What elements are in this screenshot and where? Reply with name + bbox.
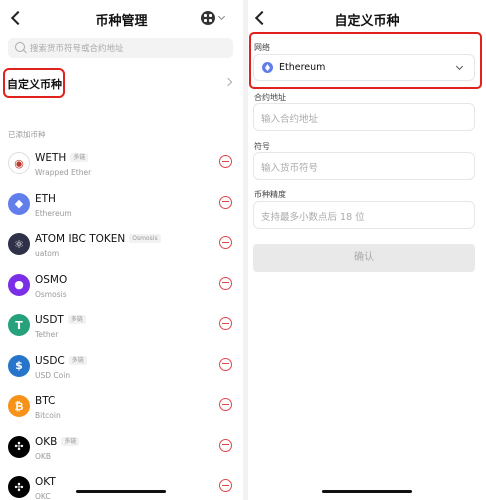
search-icon [15, 42, 25, 52]
weth-icon: ◉ [8, 152, 30, 174]
token-row[interactable]: ₿ BTC Bitcoin [0, 387, 243, 428]
contract-label: 合约地址 [254, 93, 286, 102]
custom-token-label: 自定义币种 [7, 78, 62, 91]
symbol-placeholder: 输入货币符号 [261, 163, 319, 174]
home-indicator [76, 490, 166, 493]
contract-placeholder: 输入合约地址 [261, 114, 319, 125]
usdt-icon: T [8, 314, 30, 336]
token-symbol: USDT 多链 [35, 314, 86, 326]
decimals-input[interactable]: 支持最多小数点后 18 位 [253, 201, 475, 229]
token-name: OKC [35, 492, 51, 500]
token-symbol: OKB 多链 [35, 435, 80, 448]
top-bar: 币种管理 [0, 0, 243, 36]
token-row[interactable]: T USDT 多链 Tether [0, 306, 243, 347]
token-name: USD Coin [35, 370, 71, 380]
ethereum-icon [262, 62, 273, 73]
token-symbol-text: OKT [35, 476, 56, 488]
token-symbol-text: USDC [35, 354, 65, 367]
okb-icon: ✣ [8, 435, 30, 458]
network-select[interactable]: Ethereum [253, 54, 475, 81]
home-indicator [322, 490, 412, 493]
grid-icon [201, 11, 215, 25]
token-symbol: OSMO [35, 274, 67, 286]
osmo-icon: ● [8, 273, 30, 296]
token-symbol: ATOM IBC TOKEN Osmosis [35, 233, 161, 245]
token-symbol-text: WETH [35, 152, 67, 164]
token-badge: 多链 [68, 355, 87, 365]
token-row[interactable]: $ USDC 多链 USD Coin [0, 347, 243, 388]
contract-address-input[interactable]: 输入合约地址 [253, 103, 475, 131]
confirm-button[interactable]: 确认 [253, 244, 475, 272]
remove-icon[interactable] [219, 236, 232, 249]
top-bar: 自定义币种 [248, 0, 486, 36]
remove-icon[interactable] [219, 398, 232, 411]
token-symbol: USDC 多链 [35, 355, 87, 367]
token-row[interactable]: ✣ OKT OKC [0, 468, 243, 500]
token-name: Wrapped Ether [35, 168, 92, 177]
network-value: Ethereum [279, 62, 326, 73]
eth-icon: ◆ [8, 192, 30, 215]
token-symbol: BTC [35, 395, 55, 407]
token-name: OKB [35, 451, 51, 461]
token-name: Ethereum [35, 208, 72, 218]
token-name: Osmosis [35, 289, 67, 299]
remove-icon[interactable] [219, 195, 232, 209]
search-input[interactable]: 搜索货币符号或合约地址 [8, 38, 233, 58]
token-name: Bitcoin [35, 411, 61, 420]
search-placeholder: 搜索货币符号或合约地址 [30, 44, 124, 54]
remove-icon[interactable] [219, 276, 232, 290]
remove-icon[interactable] [219, 438, 232, 452]
remove-icon[interactable] [219, 155, 232, 168]
token-badge: 多链 [61, 436, 80, 446]
token-row[interactable]: ◆ ETH Ethereum [0, 185, 243, 226]
token-management-screen: 币种管理 搜索货币符号或合约地址 自定义币种 已添加币种 ◉ WETH 多链 Wrap… [0, 0, 243, 500]
network-selector-button[interactable] [201, 11, 227, 25]
chevron-down-icon [217, 12, 226, 21]
usdc-icon: $ [8, 354, 30, 377]
page-title: 自定义币种 [334, 14, 400, 29]
token-list: ◉ WETH 多链 Wrapped Ether ◆ ETH Ethereum ⚛ ATOM IB… [0, 144, 243, 500]
token-symbol-text: OSMO [35, 273, 68, 286]
decimals-placeholder: 支持最多小数点后 18 位 [261, 212, 365, 223]
remove-icon[interactable] [219, 479, 232, 492]
custom-token-row[interactable]: 自定义币种 [0, 68, 243, 102]
symbol-label: 符号 [254, 142, 270, 151]
token-symbol: ETH [35, 193, 56, 205]
token-symbol-text: ETH [35, 192, 56, 205]
okt-icon: ✣ [8, 476, 30, 498]
token-symbol-text: OKB [35, 435, 58, 448]
token-symbol: WETH 多链 [35, 152, 89, 164]
token-row[interactable]: ◉ WETH 多链 Wrapped Ether [0, 144, 243, 185]
token-row[interactable]: ⚛ ATOM IBC TOKEN Osmosis uatom [0, 225, 243, 266]
section-label: 已添加币种 [8, 130, 46, 139]
network-label: 网络 [254, 43, 270, 52]
symbol-input[interactable]: 输入货币符号 [253, 152, 475, 180]
decimals-label: 币种精度 [254, 190, 286, 199]
token-symbol: OKT [35, 476, 56, 488]
token-symbol-text: BTC [35, 395, 56, 407]
chevron-down-icon [455, 62, 464, 71]
chevron-right-icon [223, 77, 233, 87]
token-row[interactable]: ✣ OKB 多链 OKB [0, 428, 243, 469]
token-badge: 多链 [67, 315, 86, 324]
token-badge: 多链 [70, 153, 89, 162]
atom-icon: ⚛ [8, 233, 30, 255]
token-symbol-text: ATOM IBC TOKEN [35, 233, 126, 245]
token-symbol-text: USDT [35, 314, 64, 326]
remove-icon[interactable] [219, 357, 232, 371]
token-badge: Osmosis [129, 234, 161, 243]
token-row[interactable]: ● OSMO Osmosis [0, 266, 243, 307]
btc-icon: ₿ [8, 395, 30, 417]
token-name: Tether [35, 330, 59, 339]
custom-token-screen: 自定义币种 网络 Ethereum 合约地址 输入合约地址 符号 输入货币符号 … [248, 0, 486, 500]
remove-icon[interactable] [219, 317, 232, 330]
token-name: uatom [35, 249, 60, 258]
